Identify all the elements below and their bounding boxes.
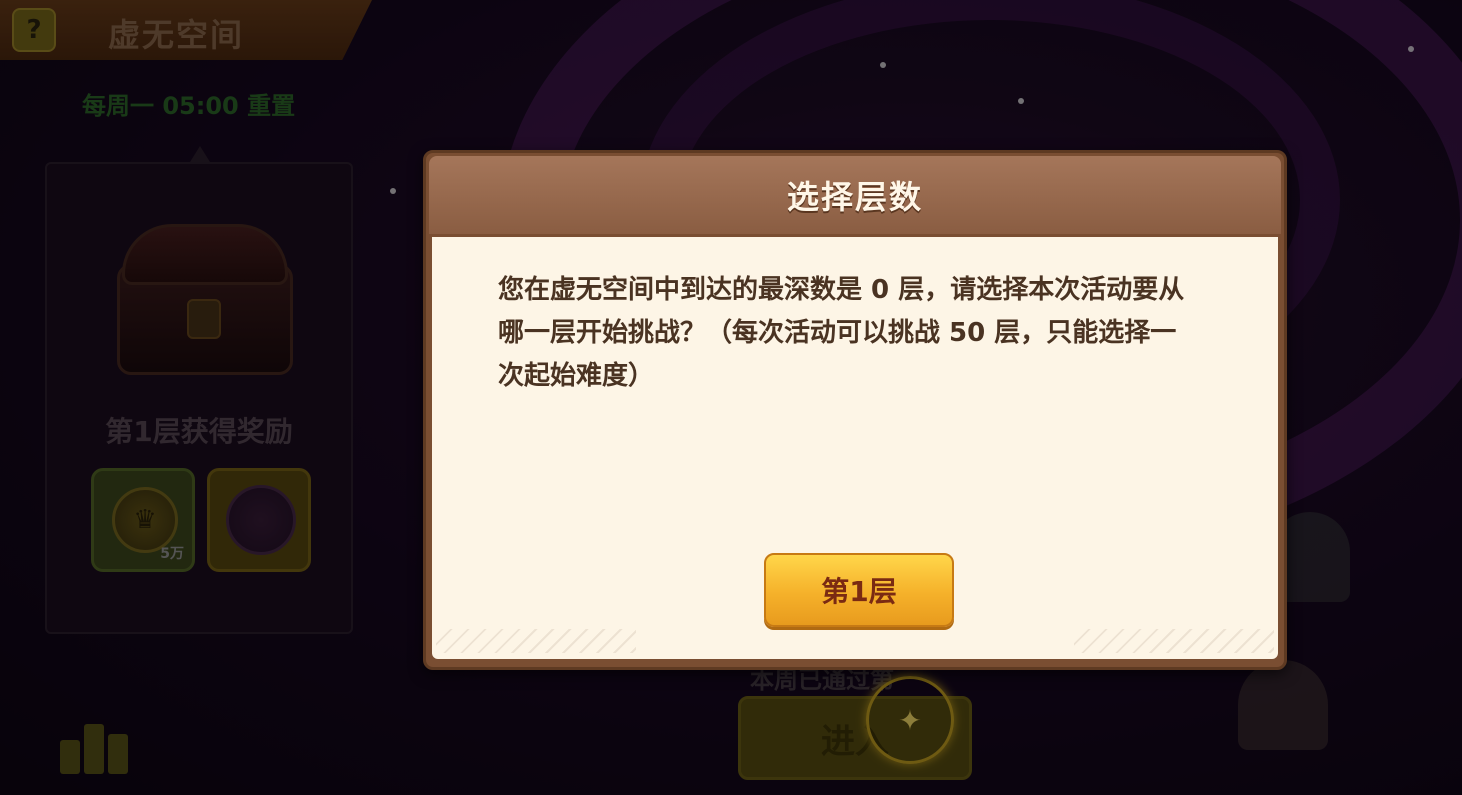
background-star xyxy=(1018,98,1024,104)
page-title: 虚无空间 xyxy=(108,16,245,54)
sparkle-icon: ✦ xyxy=(866,676,954,764)
dialog-title: 选择层数 xyxy=(786,178,923,216)
decorative-pattern xyxy=(1074,629,1274,653)
floor-option-button[interactable]: 第1层 xyxy=(764,553,954,627)
ranking-icon[interactable] xyxy=(60,708,130,774)
background-star xyxy=(390,188,396,194)
treasure-chest-icon xyxy=(117,224,293,375)
dialog-body: 您在虚无空间中到达的最深数是 0 层，请选择本次活动要从哪一层开始挑战？（每次活… xyxy=(432,237,1278,659)
reward-count: 5万 xyxy=(160,546,184,562)
reward-item-hero[interactable] xyxy=(207,468,311,572)
panel-pointer xyxy=(190,146,210,162)
reward-item-gold[interactable]: ♛ 5万 xyxy=(91,468,195,572)
reset-time-text: 每周一 05:00 重置 xyxy=(82,92,296,120)
reward-panel: 第1层获得奖励 ♛ 5万 xyxy=(45,162,353,634)
character-sprite xyxy=(1238,660,1328,750)
reward-label: 第1层获得奖励 xyxy=(105,415,293,448)
help-icon[interactable]: ? xyxy=(12,8,56,52)
background-star xyxy=(1408,46,1414,52)
dialog-header: 选择层数 xyxy=(429,156,1281,234)
decorative-pattern xyxy=(436,629,636,653)
hero-token-icon xyxy=(226,485,296,555)
background-star xyxy=(880,62,886,68)
select-floor-dialog: 选择层数 您在虚无空间中到达的最深数是 0 层，请选择本次活动要从哪一层开始挑战… xyxy=(423,150,1287,670)
dialog-message: 您在虚无空间中到达的最深数是 0 层，请选择本次活动要从哪一层开始挑战？（每次活… xyxy=(498,275,1185,391)
